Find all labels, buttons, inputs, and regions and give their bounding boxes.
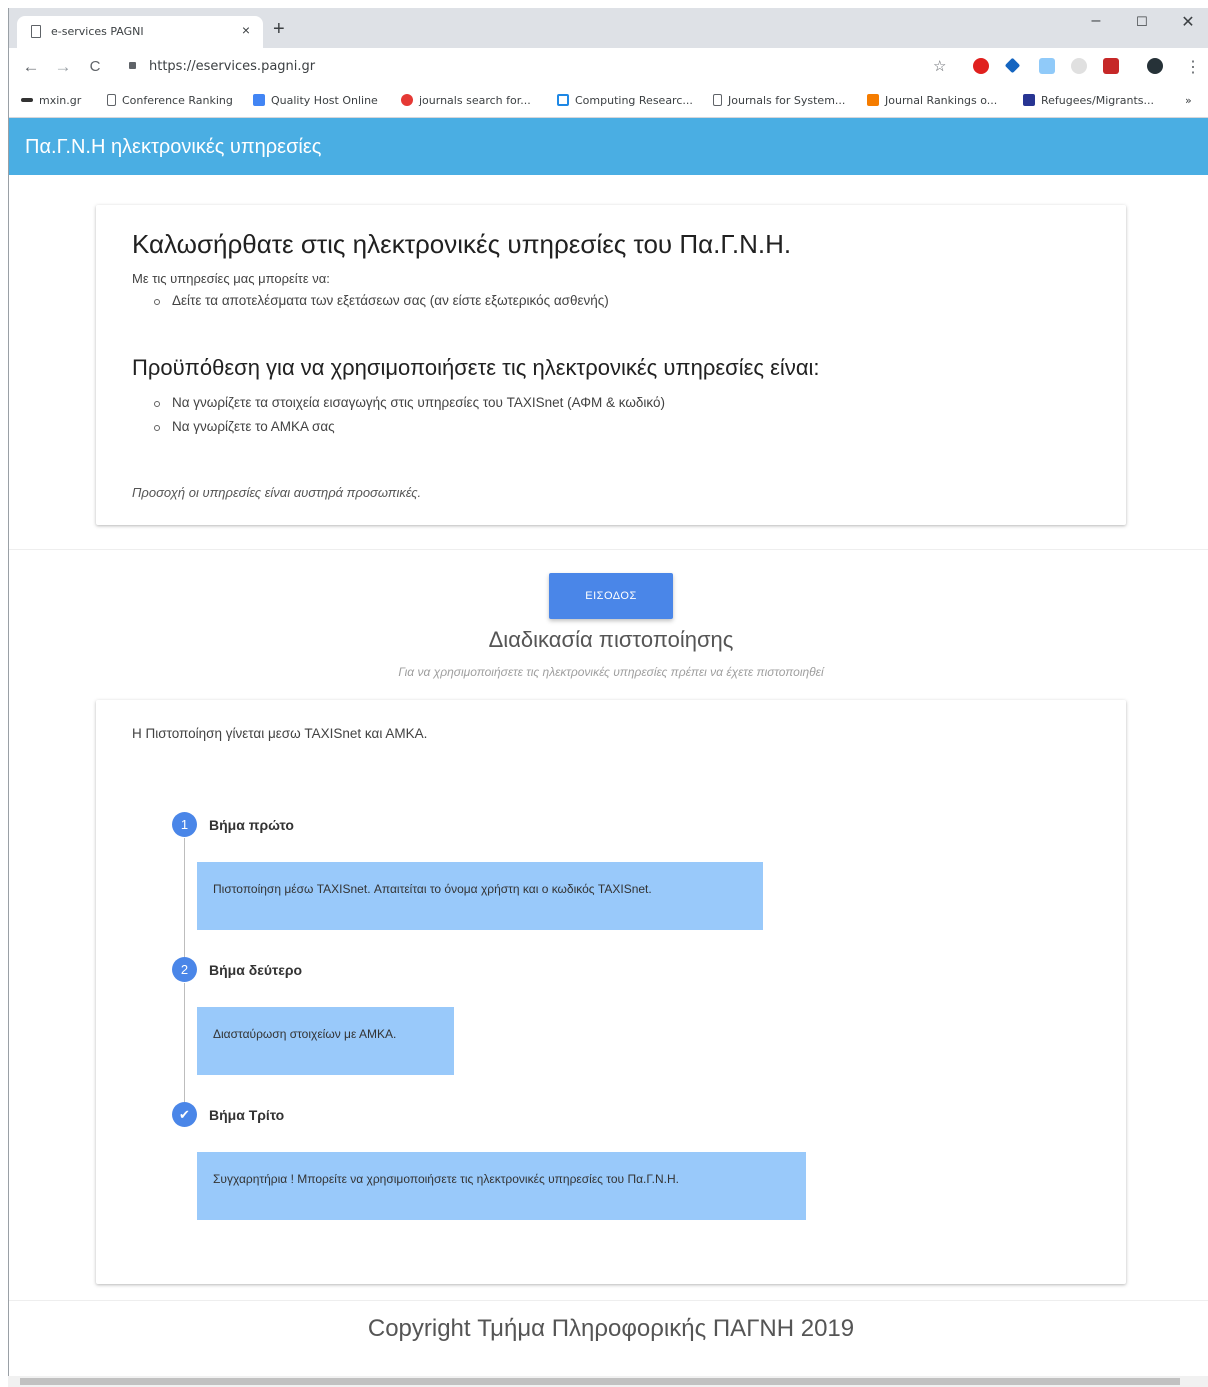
browser-window: e-services PAGNI × + – ☐ ✕ ← → C https:/… xyxy=(8,8,1208,1387)
auth-section-subtitle: Για να χρησιμοποιήσετε τις ηλεκτρονικές … xyxy=(398,665,824,679)
extension-arrow-icon[interactable] xyxy=(1004,57,1021,74)
profile-avatar-icon[interactable] xyxy=(1147,58,1163,74)
browser-tab[interactable]: e-services PAGNI × xyxy=(17,16,263,48)
maximize-button[interactable]: ☐ xyxy=(1127,14,1157,30)
star-icon[interactable]: ☆ xyxy=(933,57,946,75)
menu-dots-icon[interactable]: ⋮ xyxy=(1185,57,1201,77)
minimize-button[interactable]: – xyxy=(1081,12,1111,30)
step-content: Πιστοποίηση μέσω TAXISnet. Απαιτείται το… xyxy=(197,862,763,930)
page-icon xyxy=(713,94,722,106)
tab-title: e-services PAGNI xyxy=(51,25,144,38)
bookmark-item[interactable]: Conference Ranking xyxy=(107,94,233,107)
extension-circle-icon[interactable] xyxy=(1071,58,1087,74)
site-icon xyxy=(1023,94,1035,106)
address-bar[interactable]: https://eservices.pagni.gr xyxy=(149,59,315,74)
scrollbar-thumb[interactable] xyxy=(20,1378,1180,1385)
page-icon xyxy=(107,94,116,106)
auth-section-title: Διαδικασία πιστοποίησης xyxy=(488,627,734,652)
opera-extension-icon[interactable] xyxy=(973,58,989,74)
site-icon xyxy=(867,94,879,106)
step-header: ✔ Βήμα Τρίτο xyxy=(172,1102,284,1127)
bookmarks-more-icon[interactable]: » xyxy=(1185,94,1192,107)
pdf-extension-icon[interactable] xyxy=(1103,58,1119,74)
step-label: Βήμα Τρίτο xyxy=(209,1106,285,1123)
stepper-line xyxy=(184,838,185,958)
step-header: 1 Βήμα πρώτο xyxy=(172,812,294,837)
check-icon: ✔ xyxy=(172,1102,197,1127)
prerequisites-heading: Προϋπόθεση για να χρησιμοποιήσετε τις ηλ… xyxy=(132,355,820,380)
bookmark-item[interactable]: Refugees/Migrants... xyxy=(1023,94,1154,107)
services-intro: Με τις υπηρεσίες μας μπορείτε να: xyxy=(132,271,330,286)
reload-icon[interactable]: C xyxy=(83,58,107,75)
bookmark-item[interactable]: Quality Host Online xyxy=(253,94,378,107)
auth-lead-text: Η Πιστοποίηση γίνεται μεσω TAXISnet και … xyxy=(132,726,428,741)
step-number-badge: 2 xyxy=(172,957,197,982)
site-icon xyxy=(557,94,569,106)
step-content: Συγχαρητήρια ! Μπορείτε να χρησιμοποιήσε… xyxy=(197,1152,806,1220)
bookmark-item[interactable]: Journal Rankings o... xyxy=(867,94,997,107)
site-icon xyxy=(253,94,265,106)
auth-steps-card: Η Πιστοποίηση γίνεται μεσω TAXISnet και … xyxy=(96,700,1126,1284)
bookmark-item[interactable]: mxin.gr xyxy=(21,94,81,107)
step-label: Βήμα δεύτερο xyxy=(209,961,303,978)
bookmarks-bar: mxin.gr Conference Ranking Quality Host … xyxy=(9,86,1208,118)
site-icon xyxy=(21,98,33,102)
step-content: Διασταύρωση στοιχείων με ΑΜΚΑ. xyxy=(197,1007,454,1075)
list-item: Να γνωρίζετε το ΑΜΚΑ σας xyxy=(154,419,665,443)
step-number-badge: 1 xyxy=(172,812,197,837)
page-icon xyxy=(31,25,41,38)
browser-toolbar: ← → C https://eservices.pagni.gr ☆ ⋮ xyxy=(9,48,1208,86)
horizontal-scrollbar[interactable] xyxy=(8,1376,1208,1387)
welcome-heading: Καλωσήρθατε στις ηλεκτρονικές υπηρεσίες … xyxy=(132,229,792,259)
step-label: Βήμα πρώτο xyxy=(209,816,294,833)
stepper-line xyxy=(184,983,185,1103)
lock-icon xyxy=(129,62,136,69)
divider xyxy=(9,549,1208,550)
tab-close-icon[interactable]: × xyxy=(237,22,255,38)
step-header: 2 Βήμα δεύτερο xyxy=(172,957,302,982)
bookmark-item[interactable]: Computing Researc... xyxy=(557,94,693,107)
footer-copyright: Copyright Τμήμα Πληροφορικής ΠΑΓΝΗ 2019 xyxy=(367,1315,855,1342)
list-item: Να γνωρίζετε τα στοιχεία εισαγωγής στις … xyxy=(154,395,665,419)
services-list: Δείτε τα αποτελέσματα των εξετάσεων σας … xyxy=(154,293,609,317)
app-bar: Πα.Γ.Ν.Η ηλεκτρονικές υπηρεσίες xyxy=(9,118,1208,175)
site-icon xyxy=(401,94,413,106)
divider xyxy=(9,1300,1208,1301)
new-tab-button[interactable]: + xyxy=(273,19,285,39)
app-title[interactable]: Πα.Γ.Ν.Η ηλεκτρονικές υπηρεσίες xyxy=(25,136,321,159)
bookmark-item[interactable]: journals search for... xyxy=(401,94,531,107)
extension-icon[interactable] xyxy=(1039,58,1055,74)
main-content: Καλωσήρθατε στις ηλεκτρονικές υπηρεσίες … xyxy=(9,175,1208,1387)
welcome-card: Καλωσήρθατε στις ηλεκτρονικές υπηρεσίες … xyxy=(96,205,1126,525)
login-button[interactable]: ΕΙΣΟΔΟΣ xyxy=(549,573,673,619)
tab-strip: e-services PAGNI × + – ☐ ✕ xyxy=(9,8,1208,48)
close-window-button[interactable]: ✕ xyxy=(1173,12,1203,32)
forward-icon[interactable]: → xyxy=(51,57,75,77)
prerequisites-list: Να γνωρίζετε τα στοιχεία εισαγωγής στις … xyxy=(154,395,665,443)
bookmark-item[interactable]: Journals for System... xyxy=(713,94,845,107)
privacy-notice: Προσοχή οι υπηρεσίες είναι αυστηρά προσω… xyxy=(132,485,422,500)
back-icon[interactable]: ← xyxy=(19,57,43,77)
list-item: Δείτε τα αποτελέσματα των εξετάσεων σας … xyxy=(154,293,609,317)
